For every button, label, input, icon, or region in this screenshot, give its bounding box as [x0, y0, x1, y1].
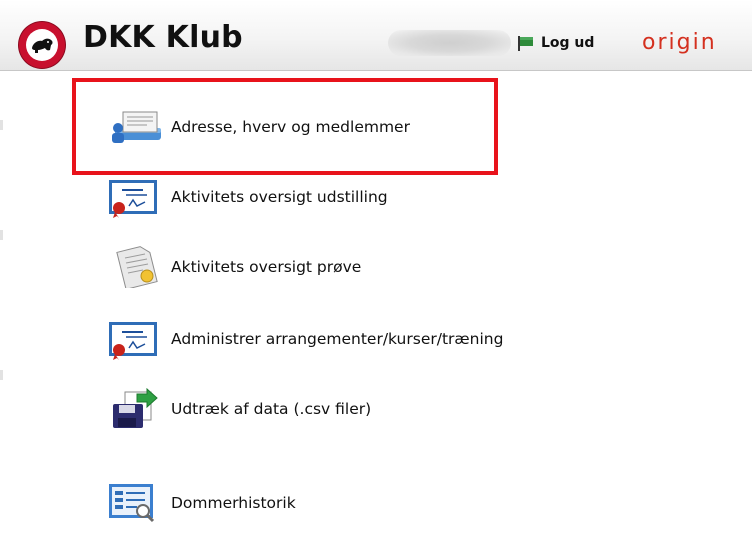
logout-link[interactable]: Log ud	[517, 33, 594, 53]
export-disk-icon	[107, 388, 165, 430]
menu-item-label: Aktivitets oversigt prøve	[171, 258, 362, 276]
judge-history-icon	[107, 482, 165, 524]
menu-item-activity-exhibition[interactable]: Aktivitets oversigt udstilling	[107, 176, 388, 218]
menu-item-data-export[interactable]: Udtræk af data (.csv filer)	[107, 388, 371, 430]
redacted-username	[388, 30, 511, 56]
origin-brand-logo: origin	[642, 30, 717, 55]
flag-icon	[517, 35, 535, 51]
club-badge-icon[interactable]	[19, 22, 65, 68]
left-edge-marks	[0, 70, 3, 556]
menu-item-label: Udtræk af data (.csv filer)	[171, 400, 372, 418]
menu-item-label: Administrer arrangementer/kurser/træning	[171, 330, 504, 348]
logout-label: Log ud	[541, 35, 595, 51]
menu-item-label: Dommerhistorik	[171, 494, 296, 512]
certificate-chart-icon	[107, 176, 165, 218]
menu-item-judge-history[interactable]: Dommerhistorik	[107, 482, 296, 524]
app-title: DKK Klub	[83, 20, 243, 55]
highlight-box	[72, 78, 498, 175]
menu-item-manage-events[interactable]: Administrer arrangementer/kurser/træning	[107, 318, 503, 360]
certificate-document-icon	[107, 246, 165, 288]
app-header: DKK Klub Log ud origin	[0, 0, 752, 71]
menu-item-activity-trial[interactable]: Aktivitets oversigt prøve	[107, 246, 361, 288]
certificate-chart-icon	[107, 318, 165, 360]
menu-item-label: Aktivitets oversigt udstilling	[171, 188, 388, 206]
